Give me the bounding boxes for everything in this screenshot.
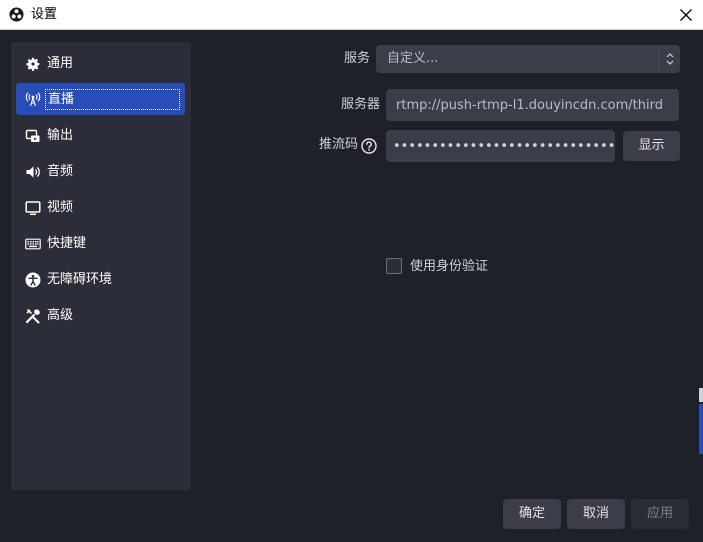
sidebar-item-accessibility[interactable]: 无障碍环境 [16,264,185,296]
sidebar-item-label: 视频 [47,200,74,215]
sidebar-item-label: 无障碍环境 [47,272,113,287]
settings-sidebar: 通用 直播 输出 音频 视频 快捷键 无障碍环境 高级 [11,42,191,490]
tools-icon [25,309,40,324]
accessibility-icon [25,272,41,288]
server-label: 服务器 [340,97,380,112]
sidebar-item-hotkeys[interactable]: 快捷键 [16,228,185,260]
server-input[interactable] [386,89,679,121]
close-icon[interactable] [677,6,695,24]
service-select[interactable]: 自定义... [376,45,680,73]
window-title: 设置 [31,7,58,22]
help-icon[interactable] [361,138,377,154]
service-select-value: 自定义... [387,51,439,66]
title-bar: 设置 [0,0,703,30]
sidebar-item-audio[interactable]: 音频 [16,156,185,188]
sidebar-item-advanced[interactable]: 高级 [16,300,185,332]
use-auth-label[interactable]: 使用身份验证 [410,259,488,275]
stream-key-input[interactable] [386,130,615,162]
sidebar-item-label: 高级 [47,308,74,323]
sidebar-item-label: 输出 [47,128,74,143]
keyboard-icon [25,238,41,250]
service-select-arrows[interactable] [658,45,680,73]
monitor-icon [25,201,41,216]
sidebar-item-stream[interactable]: 直播 [16,83,185,115]
obs-logo-icon [9,7,24,22]
background-window-edge-accent [699,404,703,454]
broadcast-icon [25,92,41,107]
ok-button[interactable]: 确定 [503,499,561,529]
sidebar-item-label: 通用 [47,56,74,71]
speaker-icon [26,166,40,178]
sidebar-item-general[interactable]: 通用 [16,48,185,80]
show-key-button[interactable]: 显示 [623,131,680,161]
sidebar-item-label: 直播 [45,89,180,110]
gear-icon [26,57,40,71]
sidebar-item-label: 快捷键 [47,236,87,251]
apply-button[interactable]: 应用 [631,499,689,529]
use-auth-checkbox[interactable] [386,258,402,274]
chevron-up-down-icon [666,53,674,65]
sidebar-item-video[interactable]: 视频 [16,192,185,224]
sidebar-item-output[interactable]: 输出 [16,120,185,152]
output-icon [25,129,40,142]
stream-key-label: 推流码 [318,137,358,152]
cancel-button[interactable]: 取消 [567,499,625,529]
background-window-edge [699,388,703,402]
service-label: 服务 [343,51,370,66]
sidebar-item-label: 音频 [47,164,74,179]
